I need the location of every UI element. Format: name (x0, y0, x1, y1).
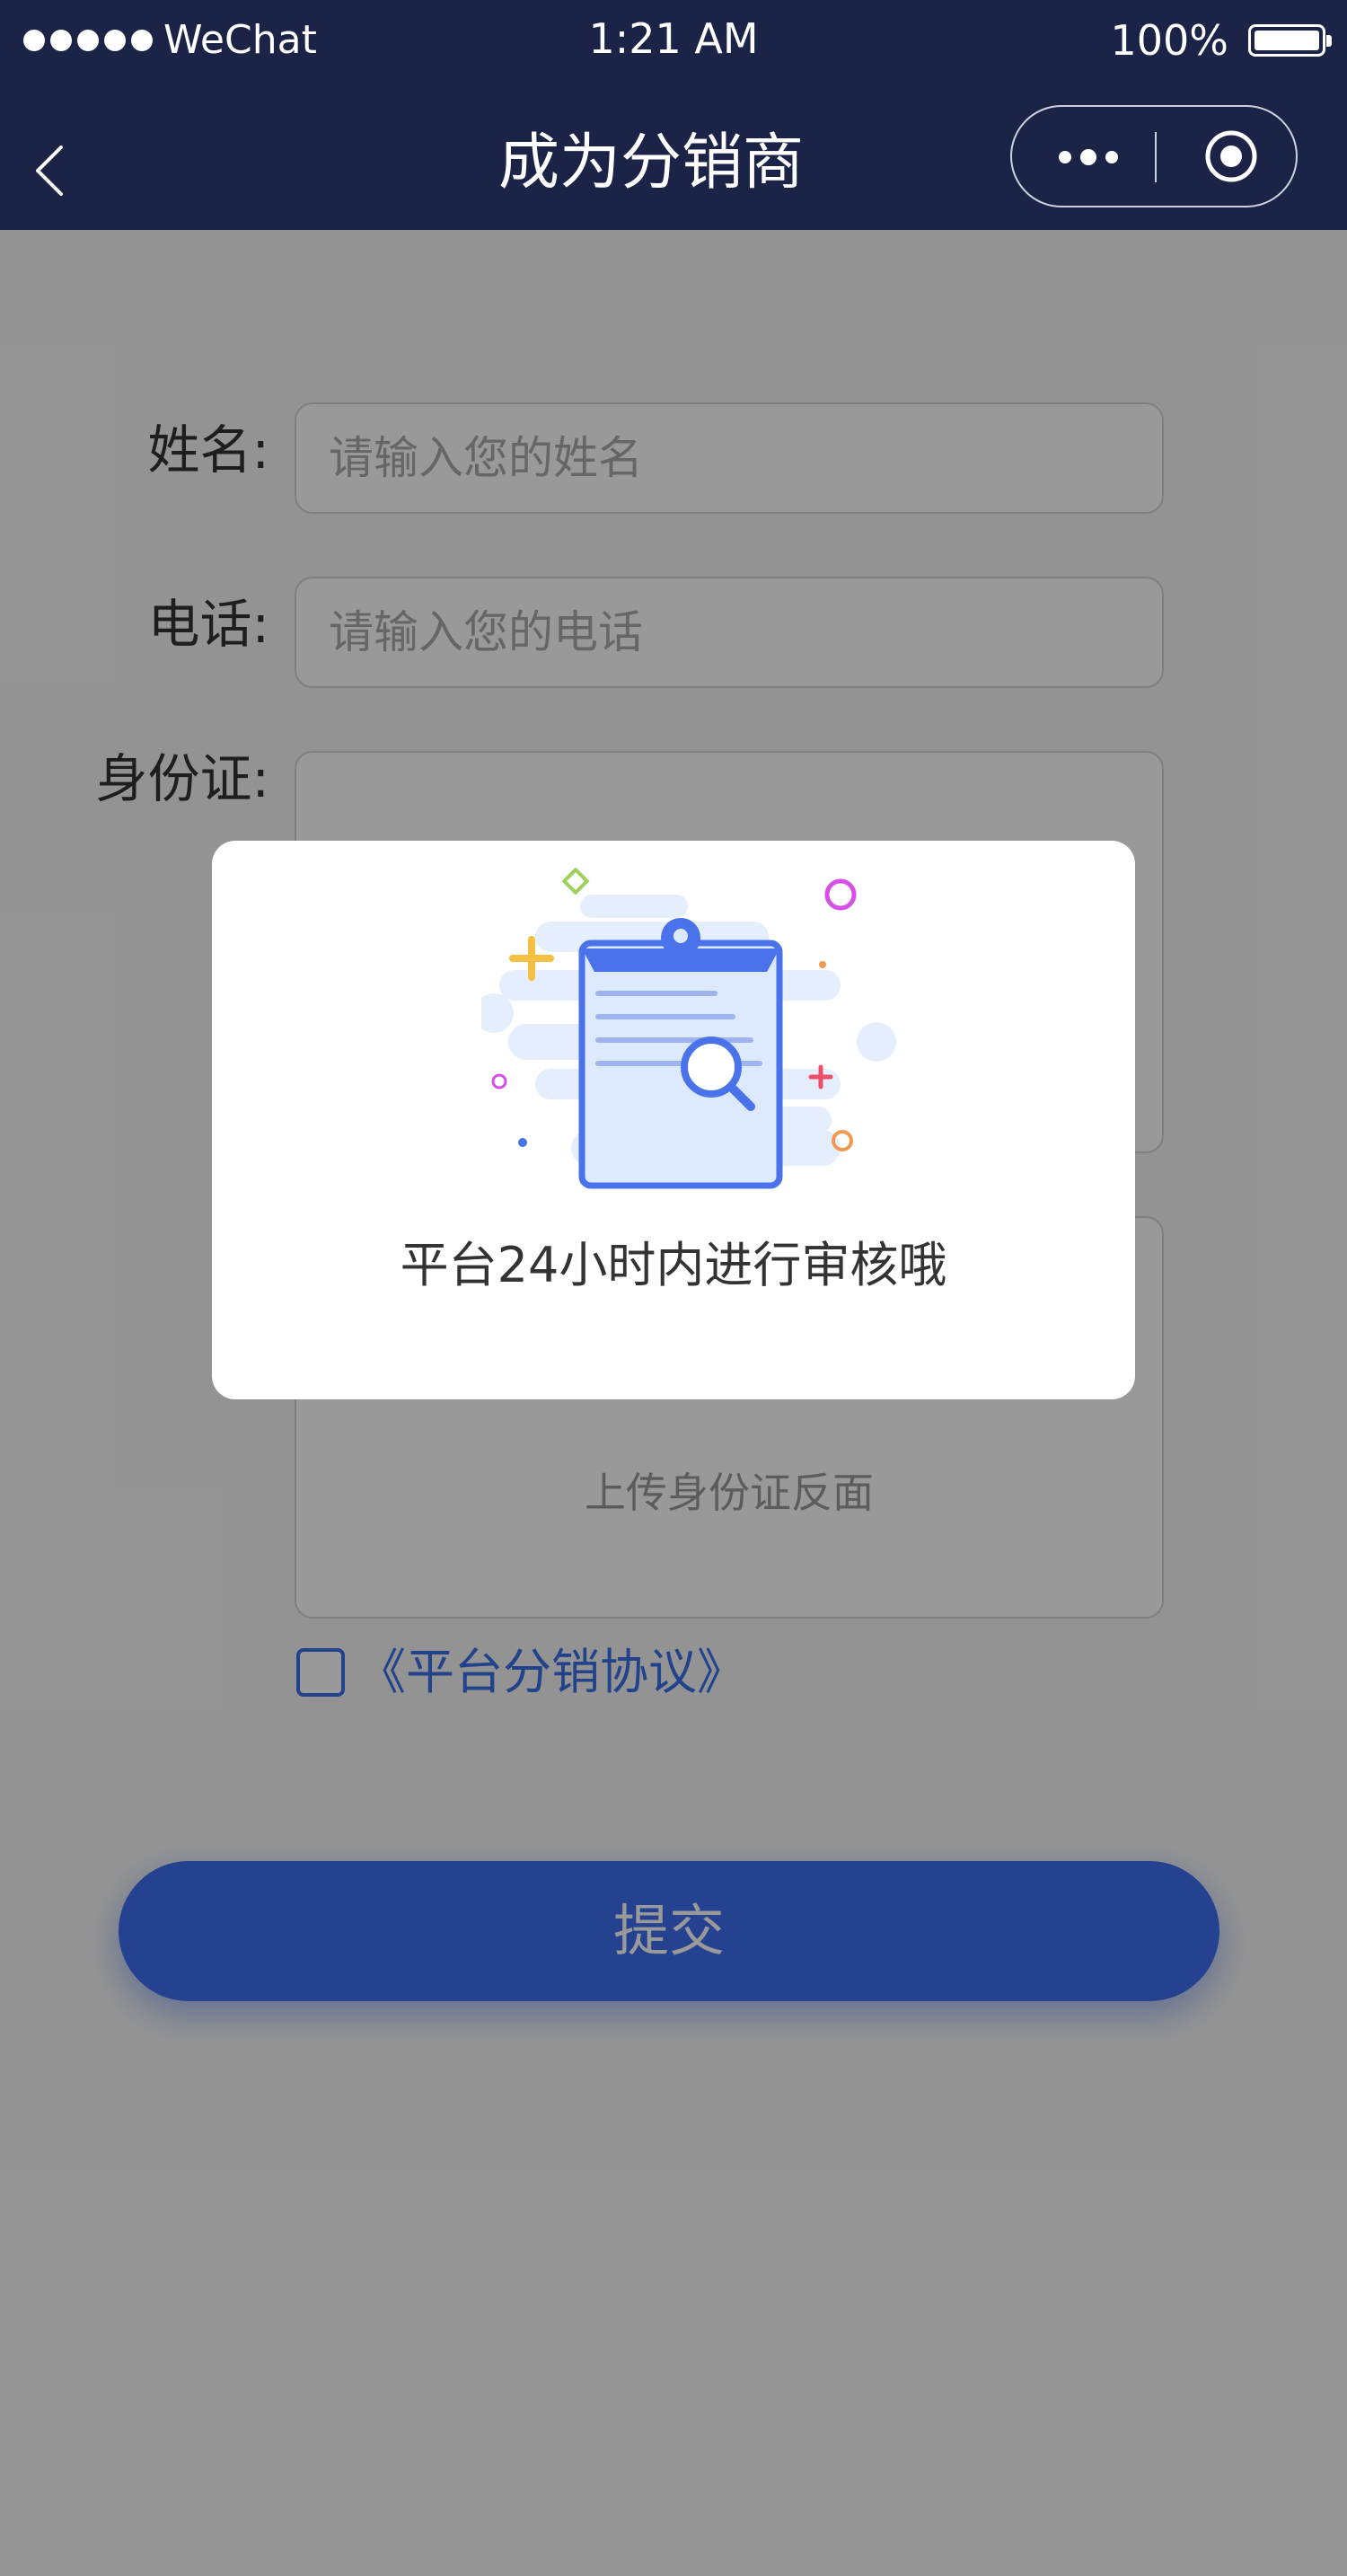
status-bar: WeChat 1:21 AM 100% (0, 0, 1347, 81)
more-options-icon[interactable] (1048, 137, 1129, 177)
status-right: 100% (1110, 16, 1332, 65)
battery-percent: 100% (1110, 16, 1228, 65)
battery-icon (1248, 24, 1332, 57)
review-message: 平台24小时内进行审核哦 (400, 1237, 947, 1293)
capsule-divider (1155, 132, 1157, 182)
nav-bar: 成为分销商 (0, 81, 1347, 230)
clipboard-review-illustration (481, 868, 896, 1189)
review-notice-modal: 平台24小时内进行审核哦 (212, 841, 1135, 1399)
mini-program-capsule (1010, 105, 1298, 207)
close-mini-program-icon[interactable] (1204, 129, 1258, 183)
modal-overlay[interactable] (0, 230, 1347, 2576)
